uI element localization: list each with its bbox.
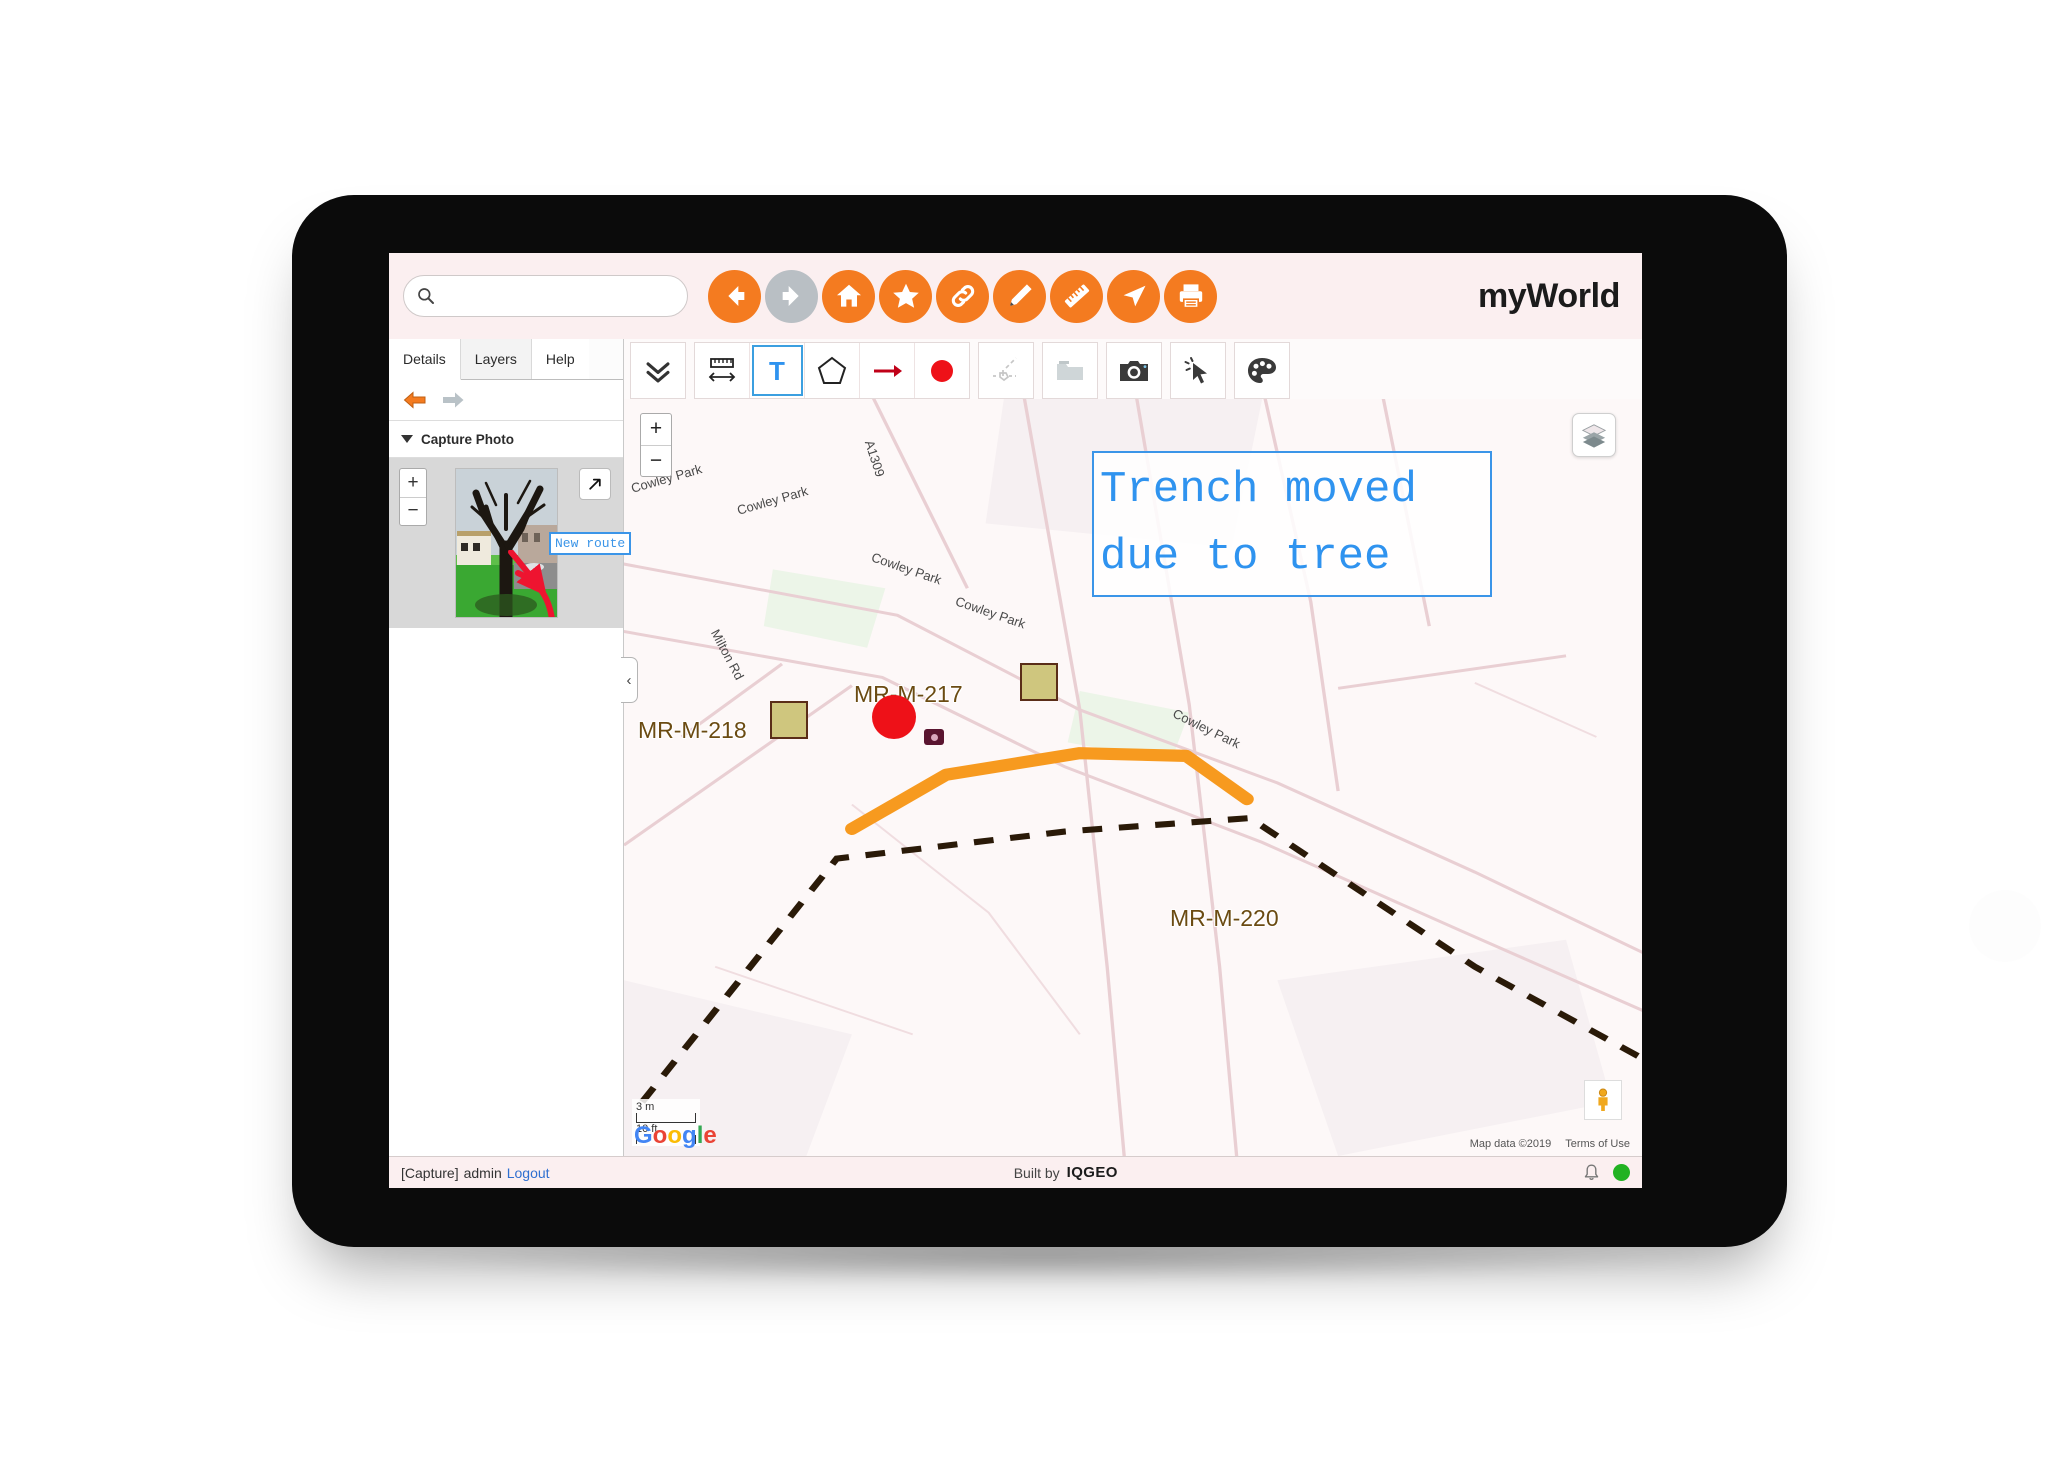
pencil-icon[interactable] bbox=[993, 269, 1046, 323]
layers-icon bbox=[1581, 424, 1607, 448]
sidebar-empty-area bbox=[389, 628, 623, 1156]
photo-red-arrow-icon bbox=[508, 550, 547, 597]
terms-of-use-link[interactable]: Terms of Use bbox=[1565, 1138, 1630, 1150]
tablet-home-button[interactable] bbox=[1969, 890, 2041, 962]
folder-tool-button[interactable] bbox=[1042, 342, 1098, 399]
built-by-label: Built by bbox=[1013, 1164, 1060, 1181]
camera-tool-button[interactable] bbox=[1106, 342, 1162, 399]
search-input[interactable] bbox=[442, 286, 675, 306]
polygon-tool-button[interactable] bbox=[805, 343, 860, 398]
node-label-mr-m-218: MR-M-218 bbox=[638, 717, 747, 743]
forward-arrow-icon[interactable] bbox=[765, 269, 818, 323]
map-text-annotation[interactable]: Trench moved due to tree bbox=[1092, 451, 1492, 597]
link-icon[interactable] bbox=[936, 269, 989, 323]
folder-icon bbox=[1057, 360, 1083, 380]
map-column: T + − Trench moved due to tree Cowley Pa… bbox=[624, 339, 1642, 1156]
back-arrow-icon[interactable] bbox=[708, 269, 761, 323]
statusbar-context: [Capture] bbox=[401, 1164, 459, 1181]
click-cursor-icon bbox=[1184, 356, 1207, 383]
capture-photo-section-title: Capture Photo bbox=[421, 431, 514, 447]
home-icon[interactable] bbox=[822, 269, 875, 323]
map-canvas[interactable]: + − Trench moved due to tree Cowley Park… bbox=[624, 399, 1642, 1156]
map-attribution: Map data ©2019 Terms of Use bbox=[1470, 1138, 1630, 1150]
bell-icon[interactable] bbox=[1582, 1163, 1601, 1182]
map-red-circle-annotation[interactable] bbox=[872, 695, 916, 739]
street-view-pegman-button[interactable] bbox=[1584, 1080, 1622, 1120]
red-arrow-icon bbox=[874, 364, 902, 377]
text-tool-icon: T bbox=[769, 356, 785, 386]
sidebar-history-nav bbox=[389, 380, 623, 421]
connection-status-indicator bbox=[1612, 1164, 1630, 1181]
capture-photo-section-header[interactable]: Capture Photo bbox=[389, 421, 623, 458]
app-topbar: myWorld bbox=[389, 253, 1642, 339]
expand-arrow-icon bbox=[589, 478, 601, 490]
map-zoom-in-button[interactable]: + bbox=[641, 414, 671, 446]
map-photo-marker-icon[interactable] bbox=[924, 729, 944, 745]
app-viewport: myWorld Details Layers Help Capture Phot… bbox=[389, 253, 1642, 1188]
filled-circle-icon bbox=[931, 359, 953, 382]
print-icon[interactable] bbox=[1164, 269, 1217, 323]
map-zoom-out-button[interactable]: − bbox=[641, 446, 671, 477]
sidebar-tabs: Details Layers Help bbox=[389, 339, 623, 380]
network-trace-tool-button[interactable] bbox=[978, 342, 1034, 399]
pegman-icon bbox=[1598, 1088, 1608, 1111]
node-label-mr-m-220: MR-M-220 bbox=[1170, 905, 1279, 931]
palette-icon bbox=[1248, 357, 1276, 383]
map-layers-button[interactable] bbox=[1572, 413, 1616, 457]
tab-layers[interactable]: Layers bbox=[460, 339, 532, 379]
arrow-tool-button[interactable] bbox=[860, 343, 915, 398]
sidebar-back-arrow-icon[interactable] bbox=[403, 391, 427, 409]
app-body: Details Layers Help Capture Photo + − Ne… bbox=[389, 339, 1642, 1156]
statusbar-left: [Capture] admin Logout bbox=[401, 1165, 550, 1181]
photo-expand-button[interactable] bbox=[579, 468, 611, 500]
circle-tool-button[interactable] bbox=[915, 343, 969, 398]
text-tool-button[interactable]: T bbox=[750, 343, 805, 398]
left-sidebar: Details Layers Help Capture Photo + − Ne… bbox=[389, 339, 638, 1156]
photo-preview-panel: + − New route bbox=[389, 458, 632, 628]
logout-link[interactable]: Logout bbox=[507, 1165, 550, 1181]
camera-icon bbox=[1120, 360, 1148, 381]
photo-zoom-out-button[interactable]: − bbox=[400, 498, 426, 526]
map-zoom-control: + − bbox=[640, 413, 672, 477]
select-cursor-tool-button[interactable] bbox=[1170, 342, 1226, 399]
svg-text:T: T bbox=[769, 356, 785, 386]
app-brand-logo: myWorld bbox=[1477, 276, 1620, 315]
tab-help[interactable]: Help bbox=[531, 339, 589, 379]
statusbar-builtby: Built by IQGEO bbox=[1014, 1164, 1118, 1181]
scale-metric: 3 m bbox=[636, 1101, 655, 1113]
statusbar-right bbox=[1582, 1163, 1630, 1182]
measure-ruler-icon bbox=[708, 357, 736, 382]
draw-tool-group: T bbox=[694, 342, 970, 399]
topbar-icon-bar bbox=[708, 269, 1217, 323]
search-box[interactable] bbox=[403, 275, 688, 317]
sidebar-collapse-handle[interactable]: ‹ bbox=[621, 657, 638, 703]
palette-tool-button[interactable] bbox=[1234, 342, 1290, 399]
app-statusbar: [Capture] admin Logout Built by IQGEO bbox=[389, 1156, 1642, 1188]
pentagon-icon bbox=[817, 356, 847, 384]
measure-tool-button[interactable] bbox=[695, 343, 750, 398]
map-annotation-line-2: due to tree bbox=[1100, 531, 1391, 582]
star-icon[interactable] bbox=[879, 269, 932, 323]
tab-details[interactable]: Details bbox=[389, 339, 461, 380]
ruler-icon[interactable] bbox=[1050, 269, 1103, 323]
manhole-mr-m-217[interactable] bbox=[1020, 663, 1058, 701]
photo-zoom-control: + − bbox=[399, 468, 427, 526]
search-icon bbox=[418, 288, 434, 304]
manhole-mr-m-218[interactable] bbox=[770, 701, 808, 739]
chevron-down-icon bbox=[401, 435, 413, 443]
iqgeo-logo: IQGEO bbox=[1066, 1164, 1118, 1181]
network-trace-icon bbox=[993, 356, 1017, 381]
chevron-double-down-icon bbox=[646, 361, 670, 382]
screenshot-stage: myWorld Details Layers Help Capture Phot… bbox=[0, 0, 2055, 1476]
google-logo: Google bbox=[634, 1122, 717, 1149]
sidebar-forward-arrow-icon[interactable] bbox=[441, 391, 465, 409]
map-data-copyright: Map data ©2019 bbox=[1469, 1138, 1552, 1150]
statusbar-username: admin bbox=[463, 1164, 502, 1181]
photo-zoom-in-button[interactable]: + bbox=[400, 469, 426, 498]
map-annotation-line-1: Trench moved bbox=[1100, 465, 1417, 515]
navigation-arrow-icon[interactable] bbox=[1107, 269, 1160, 323]
map-toolbar: T bbox=[624, 339, 1642, 399]
toolbar-collapse-button[interactable] bbox=[630, 342, 686, 399]
